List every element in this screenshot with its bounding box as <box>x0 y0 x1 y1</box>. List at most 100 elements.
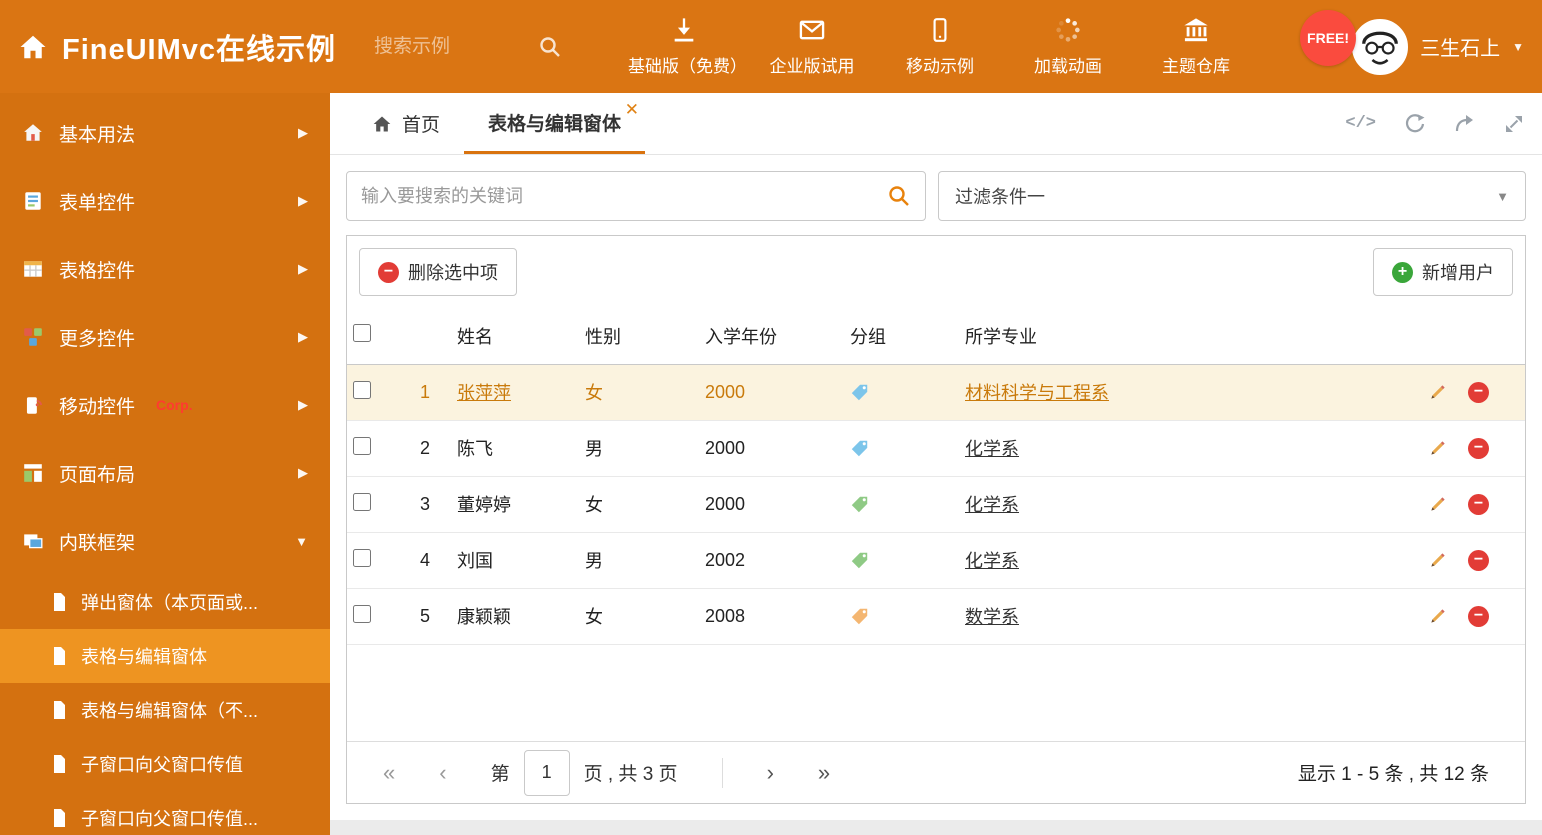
delete-icon[interactable]: − <box>1468 549 1489 571</box>
select-all-checkbox[interactable] <box>353 324 371 343</box>
first-page-icon[interactable]: « <box>383 760 395 786</box>
sidebar-item-mobile-controls[interactable]: 移动控件 Corp. ▶ <box>0 371 330 439</box>
sidebar-subitem-child-to-parent[interactable]: 子窗口向父窗口传值 <box>0 737 330 791</box>
row-checkbox[interactable] <box>353 492 371 511</box>
nav-item-mobile-demo[interactable]: 移动示例 <box>884 16 996 77</box>
cell-gender: 男 <box>579 420 699 477</box>
cell-group <box>844 364 959 421</box>
major-link[interactable]: 化学系 <box>965 551 1019 571</box>
edit-icon[interactable] <box>1428 494 1448 514</box>
add-user-button[interactable]: + 新增用户 <box>1373 248 1513 296</box>
cell-group <box>844 532 959 589</box>
nav-label: 移动示例 <box>906 57 975 76</box>
tab-grid-edit-window[interactable]: 表格与编辑窗体 ✕ <box>464 93 646 154</box>
sidebar-item-form-controls[interactable]: 表单控件 ▶ <box>0 167 330 235</box>
major-link[interactable]: 化学系 <box>965 495 1019 515</box>
forward-icon[interactable] <box>1454 113 1476 135</box>
row-number: 4 <box>399 532 451 589</box>
filter-dropdown[interactable]: 过滤条件一 ▼ <box>938 171 1526 221</box>
tag-icon <box>851 440 868 456</box>
cell-year: 2002 <box>699 532 844 589</box>
user-table: 姓名 性别 入学年份 分组 所学专业 1 张萍萍 女 2000 材料科学与工程系… <box>347 308 1525 645</box>
nav-item-basic-free[interactable]: 基础版（免费） <box>628 16 747 77</box>
cell-year: 2000 <box>699 364 844 421</box>
delete-icon[interactable]: − <box>1468 381 1489 403</box>
edit-icon[interactable] <box>1428 438 1448 458</box>
table-row[interactable]: 3 董婷婷 女 2000 化学系 − <box>347 476 1525 533</box>
sidebar-item-basic-usage[interactable]: 基本用法 ▶ <box>0 99 330 167</box>
user-menu[interactable]: 三生石上 ▼ <box>1352 18 1524 75</box>
nav-item-enterprise-trial[interactable]: 企业版试用 <box>756 16 868 77</box>
major-link[interactable]: 材料科学与工程系 <box>965 383 1109 403</box>
chevron-right-icon: ▶ <box>298 193 308 208</box>
search-icon[interactable] <box>887 184 911 208</box>
nav-item-theme-repository[interactable]: 主题仓库 <box>1140 16 1252 77</box>
sidebar-subitem-label: 子窗口向父窗口传值 <box>81 755 243 775</box>
edit-icon[interactable] <box>1428 550 1448 570</box>
sidebar-item-page-layout[interactable]: 页面布局 ▶ <box>0 439 330 507</box>
search-icon[interactable] <box>538 35 562 59</box>
row-checkbox[interactable] <box>353 604 371 623</box>
grid-empty-space <box>347 645 1525 742</box>
cell-group <box>844 476 959 533</box>
cell-year: 2000 <box>699 420 844 477</box>
cell-year: 2000 <box>699 476 844 533</box>
edit-icon[interactable] <box>1428 606 1448 626</box>
table-row[interactable]: 1 张萍萍 女 2000 材料科学与工程系 − <box>347 364 1525 421</box>
edit-icon[interactable] <box>1428 382 1448 402</box>
main-area: 首页 表格与编辑窗体 ✕ </> 输入要搜索的关键词 过滤条件一 ▼ − 删除选… <box>330 93 1542 835</box>
header-search-input[interactable] <box>374 35 525 58</box>
tab-bar: 首页 表格与编辑窗体 ✕ </> <box>330 93 1542 155</box>
page-number-input[interactable] <box>523 749 570 796</box>
delete-icon[interactable]: − <box>1468 437 1489 459</box>
sidebar-item-inline-frame[interactable]: 内联框架 ▼ <box>0 507 330 575</box>
plus-circle-icon: + <box>1392 261 1413 283</box>
delete-icon[interactable]: − <box>1468 493 1489 515</box>
app-header: FineUIMvc在线示例 FREE! 基础版（免费） 企业版试用 <box>0 0 1542 93</box>
column-header-group: 分组 <box>844 308 959 365</box>
row-checkbox[interactable] <box>353 380 371 399</box>
sidebar-subitem-grid-edit-window[interactable]: 表格与编辑窗体 <box>0 629 330 683</box>
fullscreen-icon[interactable] <box>1504 114 1524 134</box>
sidebar-subitem-grid-edit-window-2[interactable]: 表格与编辑窗体（不... <box>0 683 330 737</box>
sidebar-subitem-popup-window[interactable]: 弹出窗体（本页面或... <box>0 575 330 629</box>
delete-selected-button[interactable]: − 删除选中项 <box>359 248 517 296</box>
layout-icon <box>22 462 44 484</box>
row-checkbox[interactable] <box>353 436 371 455</box>
column-header-major: 所学专业 <box>959 308 1407 365</box>
sidebar-item-grid-controls[interactable]: 表格控件 ▶ <box>0 235 330 303</box>
code-icon[interactable]: </> <box>1345 114 1376 133</box>
sidebar-subitem-child-to-parent-2[interactable]: 子窗口向父窗口传值... <box>0 791 330 835</box>
user-name: 三生石上 <box>1420 38 1501 60</box>
spinner-icon <box>1054 16 1082 44</box>
app-logo[interactable]: FineUIMvc在线示例 <box>18 26 336 68</box>
row-number: 5 <box>399 588 451 645</box>
close-icon[interactable]: ✕ <box>625 101 639 118</box>
next-page-icon[interactable]: › <box>767 760 774 786</box>
last-page-icon[interactable]: » <box>818 760 830 786</box>
row-checkbox[interactable] <box>353 548 371 567</box>
nav-item-loading-animations[interactable]: 加载动画 <box>1012 16 1124 77</box>
major-link[interactable]: 数学系 <box>965 607 1019 627</box>
sidebar-subitem-label: 表格与编辑窗体 <box>81 647 207 667</box>
cell-name: 张萍萍 <box>457 383 511 403</box>
major-link[interactable]: 化学系 <box>965 439 1019 459</box>
table-row[interactable]: 5 康颖颖 女 2008 数学系 − <box>347 588 1525 645</box>
add-button-label: 新增用户 <box>1422 263 1494 283</box>
page-icon <box>50 592 68 612</box>
table-row[interactable]: 2 陈飞 男 2000 化学系 − <box>347 420 1525 477</box>
tab-home[interactable]: 首页 <box>348 93 464 154</box>
page-icon <box>50 700 68 720</box>
delete-icon[interactable]: − <box>1468 605 1489 627</box>
prev-page-icon[interactable]: ‹ <box>439 760 446 786</box>
sidebar-item-label: 内联框架 <box>59 532 136 554</box>
sidebar-item-more-controls[interactable]: 更多控件 ▶ <box>0 303 330 371</box>
chevron-down-icon: ▼ <box>1496 188 1509 204</box>
keyword-search-input[interactable] <box>361 185 887 207</box>
tab-toolbar: </> <box>1345 93 1524 154</box>
chevron-right-icon: ▶ <box>298 329 308 344</box>
table-row[interactable]: 4 刘国 男 2002 化学系 − <box>347 532 1525 589</box>
table-icon <box>22 258 44 280</box>
refresh-icon[interactable] <box>1404 113 1426 135</box>
chevron-right-icon: ▶ <box>298 397 308 412</box>
